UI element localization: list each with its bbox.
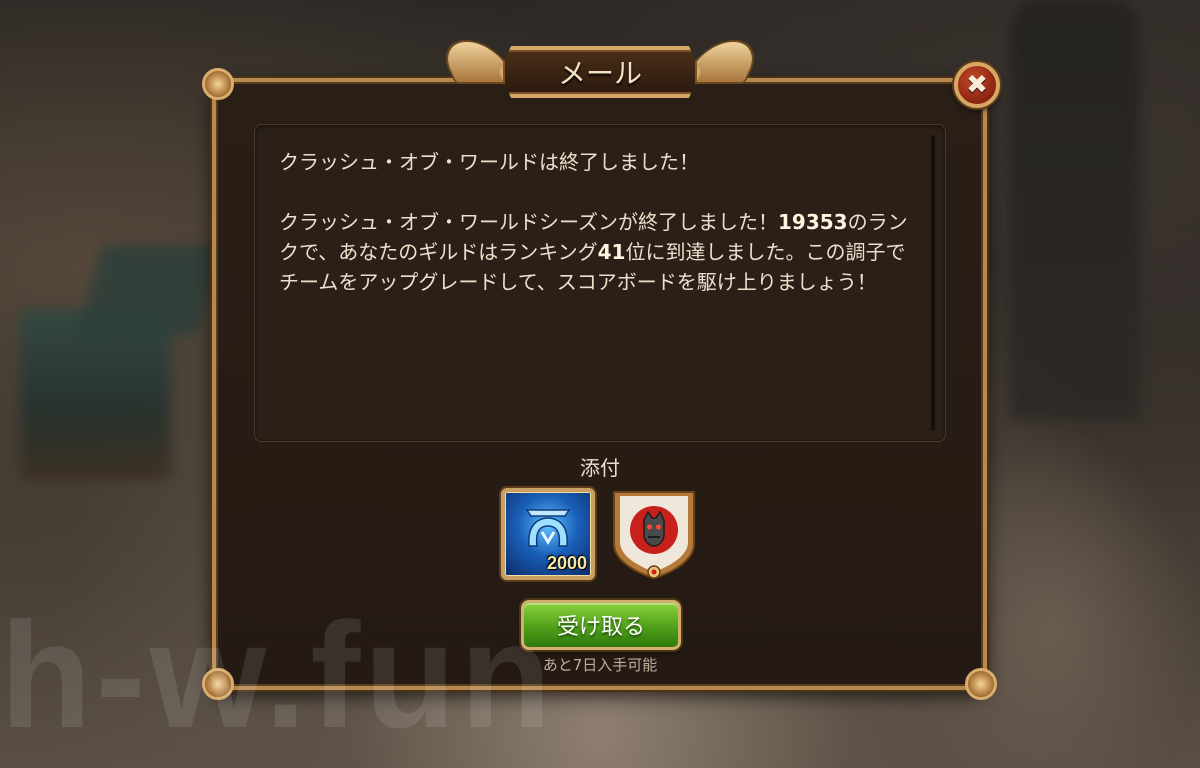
attachment-rune-item[interactable]: 2000 [501, 488, 595, 580]
message-body-part1: クラッシュ・オブ・ワールドシーズンが終了しました！ [279, 210, 778, 234]
background-roof [77, 245, 223, 335]
message-body: クラッシュ・オブ・ワールドシーズンが終了しました！19353のランクで、あなたの… [279, 207, 921, 297]
background-tower [1010, 0, 1140, 420]
corner-ornament [202, 68, 234, 100]
title-banner: メール [434, 38, 766, 104]
game-screen: メール ✖ クラッシュ・オブ・ワールドは終了しました！ クラッシュ・オブ・ワール… [0, 0, 1200, 768]
scrollbar[interactable] [931, 135, 935, 431]
guild-banner-icon[interactable] [608, 486, 700, 582]
dialog-title: メール [557, 57, 642, 90]
title-plate: メール [499, 46, 701, 98]
attachments-label: 添付 [580, 456, 620, 480]
watermark-text: h-w.fun [0, 591, 556, 759]
score-value: 19353 [778, 210, 848, 234]
rune-count: 2000 [546, 553, 587, 573]
close-button[interactable]: ✖ [954, 62, 1000, 108]
close-icon: ✖ [966, 70, 988, 100]
rank-value: 41 [597, 240, 626, 264]
message-title: クラッシュ・オブ・ワールドは終了しました！ [279, 150, 699, 174]
message-box[interactable]: クラッシュ・オブ・ワールドは終了しました！ クラッシュ・オブ・ワールドシーズンが… [254, 124, 946, 442]
rune-icon [525, 509, 571, 547]
